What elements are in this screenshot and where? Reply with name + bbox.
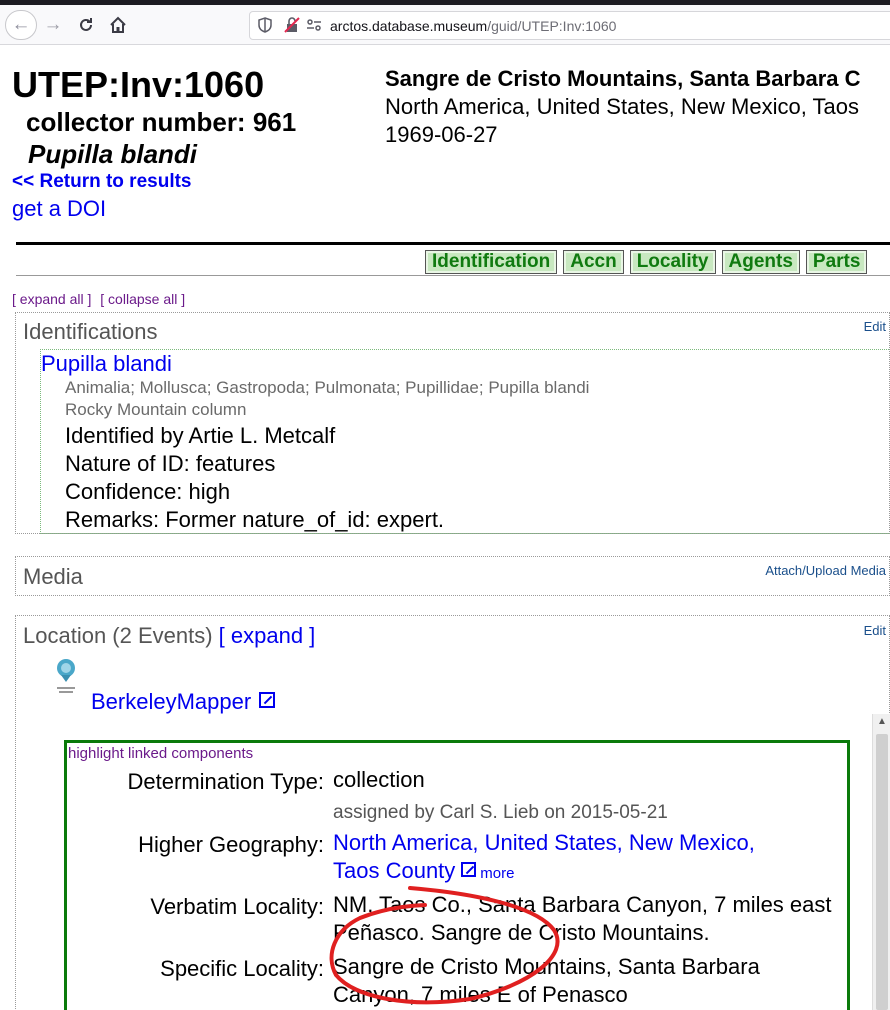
- specific-locality-value: Sangre de Cristo Mountains, Santa Barbar…: [333, 954, 760, 1007]
- forward-button[interactable]: →: [38, 10, 68, 40]
- expand-all-link[interactable]: [ expand all ]: [12, 291, 91, 307]
- return-to-results-link[interactable]: << Return to results: [12, 171, 192, 193]
- section-tabs: Identification Accn Locality Agents Part…: [425, 250, 873, 274]
- arrow-left-icon: ←: [11, 14, 31, 35]
- back-button[interactable]: ←: [5, 10, 37, 40]
- assigned-by: assigned by Carl S. Lieb on 2015-05-21: [333, 802, 668, 823]
- tab-agents[interactable]: Agents: [721, 250, 800, 274]
- nature-of-id: Nature of ID: features: [65, 451, 276, 476]
- external-link-icon[interactable]: [461, 862, 477, 877]
- tab-parts[interactable]: Parts: [805, 250, 868, 274]
- expand-events-link[interactable]: [ expand ]: [219, 623, 316, 648]
- tabs-divider: [16, 275, 890, 276]
- more-link[interactable]: more: [480, 865, 514, 882]
- url-bar[interactable]: arctos.database.museum/guid/UTEP:Inv:106…: [249, 11, 890, 40]
- specific-locality-label: Specific Locality:: [160, 956, 324, 981]
- county-link[interactable]: Taos County: [333, 858, 455, 883]
- external-link-icon: [259, 692, 276, 708]
- higher-geography-value: North America, United States, New Mexico…: [333, 829, 833, 888]
- attach-media-link[interactable]: Attach/Upload Media: [765, 563, 886, 578]
- edit-link[interactable]: Edit: [864, 319, 886, 334]
- scientific-name: Pupilla blandi: [28, 139, 198, 169]
- collapse-all-link[interactable]: [ collapse all ]: [100, 291, 185, 307]
- permissions-icon[interactable]: [306, 17, 322, 36]
- shield-icon[interactable]: [258, 17, 272, 36]
- url-text[interactable]: arctos.database.museum/guid/UTEP:Inv:106…: [330, 18, 616, 34]
- section-title: Identifications: [23, 319, 158, 344]
- home-icon: [110, 16, 126, 33]
- home-button[interactable]: [103, 10, 133, 40]
- get-doi-link[interactable]: get a DOI: [12, 196, 106, 222]
- higher-geography-link[interactable]: North America, United States, New Mexico…: [333, 830, 755, 855]
- location-section: Location (2 Events) [ expand ] Edit Berk…: [15, 615, 890, 1010]
- expand-controls: [ expand all ] [ collapse all ]: [12, 291, 190, 307]
- arrow-right-icon: →: [43, 14, 63, 35]
- section-title: Media: [23, 564, 83, 589]
- reload-button[interactable]: [71, 10, 101, 40]
- inner-scrollbar[interactable]: ▲: [872, 714, 890, 1010]
- highlight-linked-components-link[interactable]: highlight linked components: [68, 745, 253, 762]
- verbatim-locality-label: Verbatim Locality:: [150, 894, 324, 919]
- edit-link[interactable]: Edit: [864, 623, 886, 638]
- berkeleymapper-link[interactable]: BerkeleyMapper: [91, 689, 276, 715]
- identified-by: Identified by Artie L. Metcalf: [65, 423, 336, 448]
- verbatim-locality-value: NM, Taos Co., Santa Barbara Canyon, 7 mi…: [333, 892, 832, 945]
- confidence: Confidence: high: [65, 479, 231, 504]
- identification-record: Pupilla blandi Animalia; Mollusca; Gastr…: [40, 349, 890, 534]
- determination-type-label: Determination Type:: [127, 769, 324, 794]
- collector-number: collector number: 961: [26, 107, 297, 137]
- geography-summary: North America, United States, New Mexico…: [385, 94, 860, 119]
- berkeleymapper-icon[interactable]: [54, 658, 78, 698]
- reload-icon: [80, 18, 92, 31]
- browser-toolbar: ← → arctos.database.museum/guid/UTEP:Inv…: [0, 5, 890, 45]
- taxonomy-string: Animalia; Mollusca; Gastropoda; Pulmonat…: [65, 378, 590, 397]
- tab-accn[interactable]: Accn: [563, 250, 624, 274]
- record-summary: Sangre de Cristo Mountains, Santa Barbar…: [385, 65, 890, 149]
- tab-locality[interactable]: Locality: [629, 250, 716, 274]
- locality-title: Sangre de Cristo Mountains, Santa Barbar…: [385, 66, 861, 91]
- collection-date: 1969-06-27: [385, 122, 498, 147]
- catalog-number: UTEP:Inv:1060: [12, 64, 265, 105]
- insecure-lock-icon[interactable]: [284, 17, 300, 36]
- scroll-thumb[interactable]: [876, 734, 888, 1010]
- remarks: Remarks: Former nature_of_id: expert.: [65, 507, 445, 532]
- identifications-section: Identifications Edit Pupilla blandi Anim…: [15, 312, 890, 534]
- media-section: Media Attach/Upload Media: [15, 556, 890, 596]
- section-title: Location (2 Events) [ expand ]: [23, 623, 316, 648]
- higher-geography-label: Higher Geography:: [138, 832, 324, 857]
- tab-identification[interactable]: Identification: [425, 250, 558, 274]
- identification-name-link[interactable]: Pupilla blandi: [41, 351, 172, 377]
- common-name: Rocky Mountain column: [65, 400, 247, 419]
- determination-type-value: collection: [333, 767, 425, 792]
- scroll-up-icon[interactable]: ▲: [877, 716, 887, 727]
- header-divider: [16, 242, 890, 245]
- locality-event: highlight linked components Determinatio…: [64, 740, 850, 1010]
